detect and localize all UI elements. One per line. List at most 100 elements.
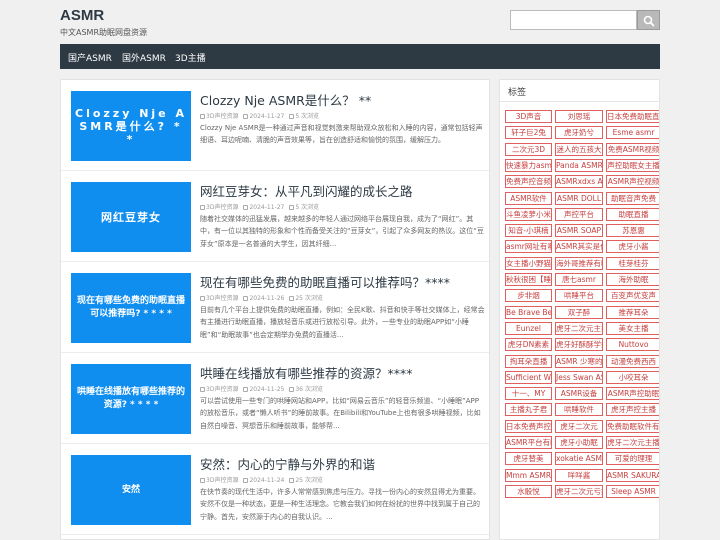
tag-link[interactable]: 虎牙声控主播	[606, 403, 659, 417]
tag-link[interactable]: 虎牙好酥酥学姐	[555, 338, 603, 352]
tag-link[interactable]: Be Brave Be Bold Be Kind	[505, 305, 552, 319]
tag-link[interactable]: 二次元3D	[505, 142, 552, 156]
post-category[interactable]: 3D声控资源	[206, 295, 238, 302]
tag-link[interactable]: 免费声控音频视频	[505, 175, 552, 189]
tag-link[interactable]: Panda ASMR	[555, 158, 603, 172]
tag-link[interactable]: 小咬耳朵	[606, 370, 659, 384]
tag-link[interactable]: ASMR软件	[505, 191, 552, 205]
tag-link[interactable]: 步非烟	[505, 289, 552, 303]
tag-link[interactable]: 主播丸子君	[505, 403, 552, 417]
tag-link[interactable]: Nuttovo	[606, 338, 659, 352]
tag-link[interactable]: 虎牙二次元	[555, 419, 603, 433]
post-category[interactable]: 3D声控资源	[206, 386, 238, 393]
tag-link[interactable]: Esme asmr	[606, 126, 659, 140]
tag-link[interactable]: ASMR其实是什么	[555, 240, 603, 254]
tag-link[interactable]: 斗鱼凌萝小米	[505, 207, 552, 221]
tag-link[interactable]: 哄睡平台	[555, 289, 603, 303]
tag-link[interactable]: ASMR DOLL	[555, 191, 603, 205]
tag-link[interactable]: 虎牙奶兮	[555, 126, 603, 140]
tag-link[interactable]: 声控助眠女主播	[606, 158, 659, 172]
tag-link[interactable]: 虎牙小酱	[606, 240, 659, 254]
tag-link[interactable]: 声控平台	[555, 207, 603, 221]
tag-link[interactable]: 免费助眠软件有哪些	[606, 419, 659, 433]
tag-link[interactable]: 唐七asmr	[555, 273, 603, 286]
tag-link[interactable]: ASMR平台有哪些	[505, 436, 552, 449]
search-button[interactable]	[637, 10, 660, 30]
tag-link[interactable]: Mmm ASMR	[505, 468, 552, 482]
post-category[interactable]: 3D声控资源	[206, 477, 238, 484]
post-date: 2024-11-27	[249, 113, 285, 120]
tag-link[interactable]: xokatie ASMR	[555, 452, 603, 466]
tag-link[interactable]: 水骰悦	[505, 484, 552, 498]
tag-link[interactable]: Eunzel	[505, 321, 552, 335]
tag-link[interactable]: 知音-小琪楠	[505, 224, 552, 238]
tag-link[interactable]: Sleep ASMR	[606, 484, 659, 498]
tag-link[interactable]: 虎牙二次元主播推荐	[555, 321, 603, 335]
tag-link[interactable]: ASMR声控助眠	[606, 387, 659, 401]
tag-link[interactable]: 苏恩惠	[606, 224, 659, 238]
post-thumbnail[interactable]: 安然	[71, 455, 191, 525]
post-thumbnail[interactable]: Clozzy Nje ASMR是什么? * *	[71, 91, 191, 161]
post-title[interactable]: 哄睡在线播放有哪些推荐的资源？****	[200, 363, 485, 382]
search-icon	[643, 15, 655, 27]
post-title[interactable]: Clozzy Nje ASMR是什么？ **	[200, 90, 485, 109]
tag-link[interactable]: asmr网址有哪些	[505, 240, 552, 254]
tag-link[interactable]: 助眠直播	[606, 207, 659, 221]
search-input[interactable]	[510, 10, 637, 30]
post-meta: 3D声控资源 2024-11-25 36 次浏览	[200, 384, 485, 393]
tag-link[interactable]: Jess Swan ASMR	[555, 370, 603, 384]
tag-link[interactable]: 双子醉	[555, 305, 603, 319]
tag-link[interactable]: 美女主播	[606, 321, 659, 335]
nav-item-domestic-asmr[interactable]: 国产ASMR	[68, 51, 112, 64]
post-thumbnail[interactable]: 哄睡在线播放有哪些推荐的资源? * * * *	[71, 364, 191, 434]
post-category[interactable]: 3D声控资源	[206, 113, 238, 120]
sidebar-tags: 标签 3D声音刘思瑶日本免费助眠直播轩子巨2兔虎牙奶兮Esme asmr 二次元3…	[499, 79, 660, 540]
tag-link[interactable]: 日本免费声控助眠视频	[505, 419, 552, 433]
clock-icon	[243, 387, 249, 392]
post-category[interactable]: 3D声控资源	[206, 204, 238, 211]
tag-link[interactable]: 哄睡软件	[555, 403, 603, 417]
tag-link[interactable]: 桂芽桂芬	[606, 256, 659, 270]
tag-link[interactable]: ASMR SOAP	[555, 224, 603, 238]
nav-item-3d-anchor[interactable]: 3D主播	[175, 51, 206, 64]
tag-link[interactable]: 日本免费助眠直播	[606, 110, 659, 123]
post-thumbnail[interactable]: 网红豆芽女	[71, 182, 191, 252]
tag-link[interactable]: 3D声音	[505, 110, 552, 123]
tag-link[interactable]: ASMRxdxs ASMR	[555, 175, 603, 189]
tag-link[interactable]: ASMR 少寒的心	[555, 354, 603, 368]
nav-item-foreign-asmr[interactable]: 国外ASMR	[122, 51, 166, 64]
post-title[interactable]: 现在有哪些免费的助眠直播可以推荐吗？****	[200, 272, 485, 291]
post-title[interactable]: 网红豆芽女：从平凡到闪耀的成长之路	[200, 181, 485, 200]
tag-link[interactable]: 百变声优变声	[606, 289, 659, 303]
tag-link[interactable]: 快速暴力asmr助眠	[505, 158, 552, 172]
tag-link[interactable]: 刘思瑶	[555, 110, 603, 123]
tag-link[interactable]: 免费ASMR视频	[606, 142, 659, 156]
tag-link[interactable]: 女主播小野猫	[505, 256, 552, 270]
tag-link[interactable]: ASMR声控视频	[606, 175, 659, 189]
tag-link[interactable]: 虎牙小助眠	[555, 436, 603, 449]
thumbnail-text: 网红豆芽女	[101, 210, 161, 224]
tag-link[interactable]: 轩子巨2兔	[505, 126, 552, 140]
tag-link[interactable]: 助眠音声免费	[606, 191, 659, 205]
tag-link[interactable]: 虎牙二次元亏损	[555, 484, 603, 498]
tag-link[interactable]: 可爱的理理	[606, 452, 659, 466]
tag-link[interactable]: 推荐耳朵	[606, 305, 659, 319]
tag-link[interactable]: 迷人的五孩大	[555, 142, 603, 156]
site-logo[interactable]: ASMR	[60, 7, 104, 24]
tag-link[interactable]: 十一、MY	[505, 387, 552, 401]
post-meta: 3D声控资源 2024-11-27 5 次浏览	[200, 111, 485, 120]
tag-link[interactable]: 动漫免费西西	[606, 354, 659, 368]
tag-link[interactable]: 虎牙替美	[505, 452, 552, 466]
post-title[interactable]: 安然：内心的宁静与外界的和谐	[200, 454, 485, 473]
tag-link[interactable]: Sufficient Whispers	[505, 370, 552, 384]
tag-link[interactable]: ASMR SAKURA	[606, 468, 659, 482]
post-thumbnail[interactable]: 现在有哪些免费的助眠直播可以推荐吗? * * * *	[71, 273, 191, 343]
tag-link[interactable]: 掏耳朵直播	[505, 354, 552, 368]
tag-link[interactable]: 秋秋很困【睡播王】	[505, 273, 552, 286]
tag-link[interactable]: 虎牙DN素素	[505, 338, 552, 352]
tag-link[interactable]: 咩咩酱	[555, 468, 603, 482]
tag-link[interactable]: 虎牙二次元主播	[606, 436, 659, 449]
tag-link[interactable]: 海外助眠	[606, 273, 659, 286]
tag-link[interactable]: ASMR设备	[555, 387, 603, 401]
tag-link[interactable]: 海外哥推荐有哪些	[555, 256, 603, 270]
